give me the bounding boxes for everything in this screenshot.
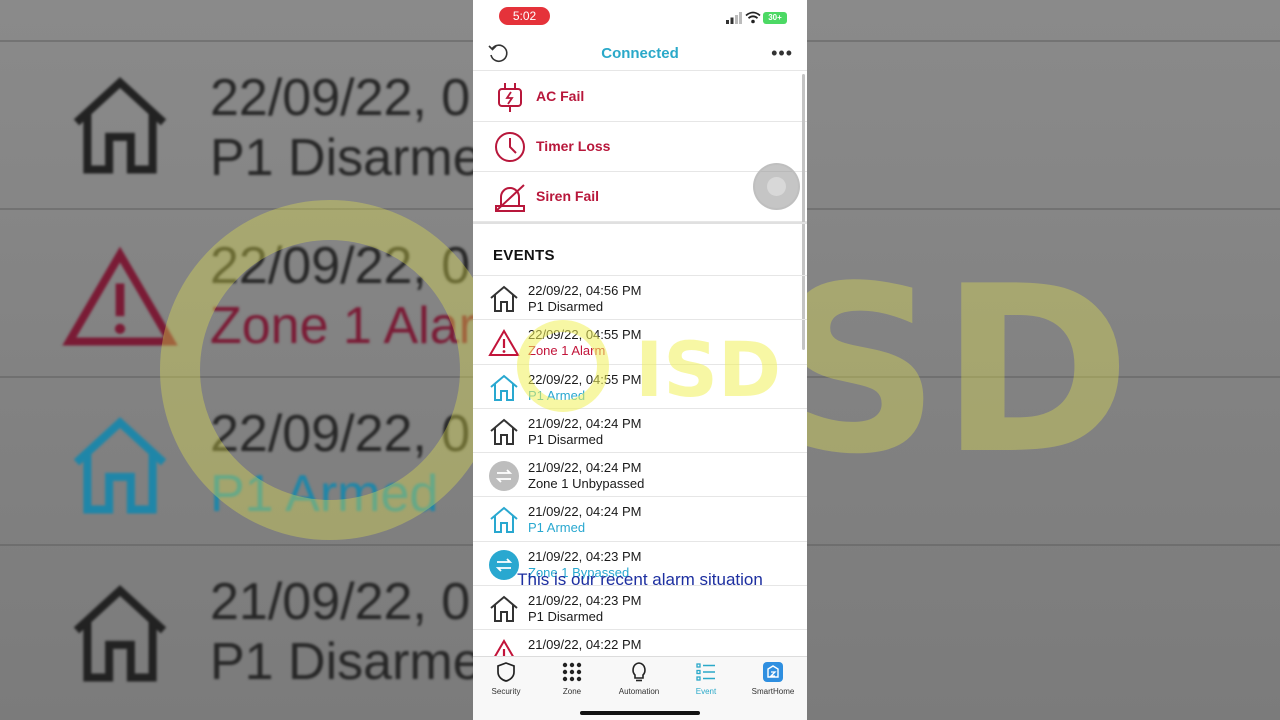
fault-label: Siren Fail bbox=[536, 188, 600, 204]
status-time: 5:02 bbox=[499, 7, 550, 25]
tab-label: Automation bbox=[618, 687, 660, 696]
event-timestamp: 22/09/22, 04:55 PM bbox=[528, 327, 642, 343]
tab-label: Zone bbox=[562, 687, 582, 696]
bg-text: 21/09/22, 0 bbox=[210, 573, 471, 631]
clock-icon bbox=[495, 132, 525, 162]
fault-label: AC Fail bbox=[536, 88, 585, 104]
event-row[interactable]: 21/09/22, 04:23 PM P1 Disarmed bbox=[473, 586, 807, 631]
battery-icon: 30+ bbox=[763, 12, 787, 24]
video-caption: This is our recent alarm situation bbox=[517, 570, 763, 589]
event-timestamp: 21/09/22, 04:23 PM bbox=[528, 593, 642, 609]
event-timestamp: 21/09/22, 04:23 PM bbox=[528, 548, 642, 564]
home-icon bbox=[490, 507, 518, 534]
event-description: P1 Armed bbox=[528, 387, 586, 403]
nav-bar: Connected ••• bbox=[473, 36, 807, 71]
home-icon bbox=[490, 418, 518, 445]
fault-timer-loss[interactable]: Timer Loss bbox=[473, 122, 807, 172]
event-description: Zone 1 Alarm bbox=[528, 343, 606, 359]
bg-home-icon bbox=[73, 585, 167, 682]
fault-ac-fail[interactable]: AC Fail bbox=[473, 72, 807, 122]
grid-dots-icon bbox=[562, 662, 582, 682]
status-bar: 5:02 30+ bbox=[473, 0, 807, 36]
section-divider bbox=[473, 222, 807, 224]
event-timestamp: 21/09/22, 04:24 PM bbox=[528, 504, 642, 520]
fault-label: Timer Loss bbox=[536, 138, 611, 154]
cellular-signal-icon bbox=[726, 12, 742, 24]
wifi-icon bbox=[745, 11, 761, 24]
event-timestamp: 21/09/22, 04:24 PM bbox=[528, 415, 642, 431]
shield-icon bbox=[497, 662, 515, 682]
event-description: P1 Armed bbox=[528, 520, 586, 536]
event-row[interactable]: 21/09/22, 04:24 PM P1 Armed bbox=[473, 497, 807, 542]
home-icon bbox=[490, 374, 518, 401]
event-description: P1 Disarmed bbox=[528, 431, 604, 447]
home-indicator[interactable] bbox=[580, 711, 700, 715]
tab-label: Security bbox=[491, 687, 521, 696]
phone-screen: 5:02 30+ Connected ••• AC Fail Timer Los… bbox=[473, 0, 807, 720]
event-description: P1 Disarmed bbox=[528, 609, 604, 625]
warning-icon bbox=[494, 639, 514, 656]
event-row[interactable]: 21/09/22, 04:24 PM P1 Disarmed bbox=[473, 409, 807, 454]
tab-event[interactable]: Event bbox=[673, 661, 739, 699]
event-row[interactable]: 22/09/22, 04:55 PM Zone 1 Alarm bbox=[473, 320, 807, 365]
tab-smarthome[interactable]: SmartHome bbox=[740, 661, 806, 699]
tab-zone[interactable]: Zone bbox=[539, 661, 605, 699]
connection-status-title: Connected bbox=[601, 45, 679, 62]
event-description: Zone 1 Unbypassed bbox=[528, 476, 645, 492]
event-row[interactable]: 21/09/22, 04:22 PM bbox=[473, 630, 807, 656]
bg-home-icon bbox=[73, 77, 167, 174]
event-row[interactable]: 21/09/22, 04:24 PM Zone 1 Unbypassed bbox=[473, 453, 807, 498]
event-timestamp: 21/09/22, 04:22 PM bbox=[528, 637, 642, 653]
event-list: 22/09/22, 04:56 PM P1 Disarmed 22/09/22,… bbox=[473, 276, 807, 656]
event-row[interactable]: 22/09/22, 04:55 PM P1 Armed bbox=[473, 365, 807, 409]
event-timestamp: 22/09/22, 04:56 PM bbox=[528, 283, 642, 298]
lightbulb-icon bbox=[632, 662, 646, 682]
touch-indicator bbox=[753, 163, 800, 210]
event-timestamp: 21/09/22, 04:24 PM bbox=[528, 460, 642, 476]
event-row[interactable]: 22/09/22, 04:56 PM P1 Disarmed bbox=[473, 276, 807, 321]
bg-text: P1 Disarmed bbox=[210, 633, 511, 691]
home-icon bbox=[490, 285, 518, 312]
tab-automation[interactable]: Automation bbox=[606, 661, 672, 699]
more-options-icon[interactable]: ••• bbox=[771, 44, 793, 62]
event-description: P1 Disarmed bbox=[528, 299, 604, 314]
tab-label: Event bbox=[695, 687, 717, 696]
events-section-title: EVENTS bbox=[493, 247, 555, 264]
home-icon bbox=[490, 595, 518, 623]
list-icon bbox=[696, 663, 715, 681]
warning-icon bbox=[488, 329, 520, 357]
event-timestamp: 22/09/22, 04:55 PM bbox=[528, 371, 642, 387]
bypass-icon bbox=[489, 461, 519, 492]
smarthome-icon bbox=[763, 662, 783, 682]
bg-text: 22/09/22, 0 bbox=[210, 69, 471, 127]
tab-label: SmartHome bbox=[751, 687, 795, 696]
tab-security[interactable]: Security bbox=[473, 661, 539, 699]
plug-icon bbox=[498, 83, 522, 112]
bg-text: P1 Disarmed bbox=[210, 129, 511, 187]
siren-icon bbox=[495, 184, 525, 212]
